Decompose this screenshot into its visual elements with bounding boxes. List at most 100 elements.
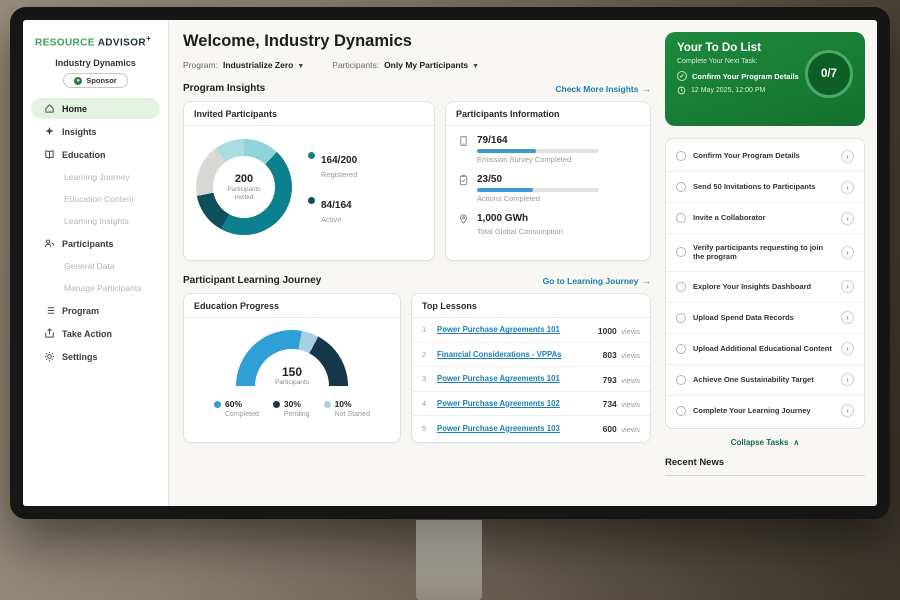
chevron-right-icon[interactable]: › [841, 404, 854, 417]
chevron-right-icon[interactable]: › [841, 342, 854, 355]
task-row-achieve-target[interactable]: Achieve One Sustainability Target › [666, 365, 864, 396]
main-content: Welcome, Industry Dynamics Program:Indus… [169, 20, 663, 506]
task-row-invite-collaborator[interactable]: Invite a Collaborator › [666, 203, 864, 234]
lesson-views-value: 793 [603, 375, 617, 385]
map-pin-icon [458, 213, 469, 225]
sidebar: RESOURCE ADVISOR+ Industry Dynamics ● Sp… [23, 20, 169, 506]
legend-item-completed: 60% Completed [214, 399, 259, 418]
participants-dropdown[interactable]: Participants:Only My Participants▼ [332, 60, 479, 70]
legend-value: 10% [335, 399, 352, 409]
chevron-right-icon[interactable]: › [841, 311, 854, 324]
sidebar-item-settings[interactable]: Settings [31, 346, 160, 367]
home-icon [44, 103, 55, 114]
task-row-explore-insights[interactable]: Explore Your Insights Dashboard › [666, 272, 864, 303]
lesson-views-value: 600 [603, 424, 617, 434]
sidebar-item-education-content[interactable]: Education Content [31, 189, 160, 209]
sidebar-item-label: Program [62, 306, 99, 316]
program-label: Program: [183, 60, 218, 70]
task-checkbox[interactable] [676, 344, 686, 354]
legend-label: Completed [225, 411, 259, 418]
participants-information-card: Participants Information 79/164 Emission… [445, 101, 651, 261]
lesson-link[interactable]: Power Purchase Agreements 102 [437, 399, 603, 408]
task-row-send-invitations[interactable]: Send 50 Invitations to Participants › [666, 172, 864, 203]
sidebar-item-learning-insights[interactable]: Learning Insights [31, 211, 160, 231]
task-row-upload-spend-data[interactable]: Upload Spend Data Records › [666, 303, 864, 334]
todo-progress-value: 0/7 [821, 68, 837, 80]
program-dropdown[interactable]: Program:Industrialize Zero▼ [183, 60, 304, 70]
sidebar-item-label: General Data [64, 261, 115, 271]
chevron-right-icon[interactable]: › [841, 212, 854, 225]
sidebar-item-participants[interactable]: Participants [31, 233, 160, 254]
lesson-link[interactable]: Financial Considerations - VPPAs [437, 350, 603, 359]
donut-center-value: 200 [235, 173, 253, 185]
sidebar-item-manage-participants[interactable]: Manage Participants [31, 278, 160, 298]
sidebar-item-label: Education Content [64, 194, 134, 204]
chevron-right-icon[interactable]: › [841, 150, 854, 163]
legend-label: Not Started [335, 411, 370, 418]
sidebar-item-education[interactable]: Education [31, 144, 160, 165]
check-more-insights-link[interactable]: Check More Insights → [555, 84, 651, 94]
task-checkbox[interactable] [676, 282, 686, 292]
collapse-tasks-button[interactable]: Collapse Tasks ∧ [665, 438, 865, 447]
sponsor-badge-label: Sponsor [86, 76, 116, 85]
task-row-verify-participants[interactable]: Verify participants requesting to join t… [666, 234, 864, 272]
stat-actions-completed: 23/50 Actions Completed [458, 174, 638, 203]
participants-value: Only My Participants [384, 60, 468, 70]
card-title: Top Lessons [412, 294, 650, 318]
insights-icon [44, 126, 55, 137]
sidebar-item-label: Home [62, 104, 87, 114]
stat-value: 1,000 GWh [477, 213, 563, 224]
task-row-upload-educational-content[interactable]: Upload Additional Educational Content › [666, 334, 864, 365]
stat-value: 23/50 [477, 174, 599, 185]
legend-dot [308, 152, 315, 159]
task-label: Send 50 Invitations to Participants [693, 182, 834, 192]
task-row-complete-learning-journey[interactable]: Complete Your Learning Journey › [666, 396, 864, 426]
sidebar-item-program[interactable]: Program [31, 300, 160, 321]
stat-label: Actions Completed [477, 194, 599, 203]
task-label: Upload Additional Educational Content [693, 344, 834, 354]
link-label: Check More Insights [555, 84, 638, 94]
take-action-icon [44, 328, 55, 339]
task-checkbox[interactable] [676, 213, 686, 223]
go-to-learning-journey-link[interactable]: Go to Learning Journey → [543, 276, 651, 286]
progress-bar [477, 188, 599, 192]
task-checkbox[interactable] [676, 247, 686, 257]
sidebar-item-take-action[interactable]: Take Action [31, 323, 160, 344]
todo-progress-ring: 0/7 [805, 50, 853, 98]
chevron-right-icon[interactable]: › [841, 280, 854, 293]
task-checkbox[interactable] [676, 182, 686, 192]
legend-dot [214, 401, 221, 408]
monitor-bezel: RESOURCE ADVISOR+ Industry Dynamics ● Sp… [10, 7, 890, 519]
lesson-row: 5 Power Purchase Agreements 103 600 view… [412, 416, 650, 441]
lesson-views-suffix: views [621, 376, 640, 385]
task-row-confirm-program[interactable]: Confirm Your Program Details › [666, 141, 864, 172]
device-icon [458, 135, 469, 147]
task-checkbox[interactable] [676, 375, 686, 385]
tasks-list: Confirm Your Program Details › Send 50 I… [665, 138, 865, 429]
check-icon: ✓ [677, 71, 687, 81]
task-checkbox[interactable] [676, 406, 686, 416]
chevron-right-icon[interactable]: › [841, 181, 854, 194]
sidebar-item-insights[interactable]: Insights [31, 121, 160, 142]
chevron-down-icon: ▼ [297, 63, 304, 70]
invited-donut-chart: 200 Participants Invited [196, 139, 292, 235]
lesson-link[interactable]: Power Purchase Agreements 103 [437, 424, 603, 433]
logo-resource: RESOURCE [35, 37, 95, 48]
task-checkbox[interactable] [676, 151, 686, 161]
legend-value: 84/164 [321, 200, 352, 211]
sidebar-item-label: Take Action [62, 329, 112, 339]
chevron-right-icon[interactable]: › [841, 246, 854, 259]
lesson-rank: 4 [422, 399, 437, 408]
legend-dot [324, 401, 331, 408]
legend-label: Active [321, 215, 352, 224]
lesson-rank: 5 [422, 424, 437, 433]
sidebar-item-home[interactable]: Home [31, 98, 160, 119]
legend-label: Pending [284, 411, 310, 418]
sidebar-item-general-data[interactable]: General Data [31, 256, 160, 276]
monitor-stand [416, 520, 482, 600]
task-checkbox[interactable] [676, 313, 686, 323]
sidebar-item-learning-journey[interactable]: Learning Journey [31, 167, 160, 187]
lesson-link[interactable]: Power Purchase Agreements 101 [437, 325, 598, 334]
chevron-right-icon[interactable]: › [841, 373, 854, 386]
lesson-link[interactable]: Power Purchase Agreements 101 [437, 374, 603, 383]
